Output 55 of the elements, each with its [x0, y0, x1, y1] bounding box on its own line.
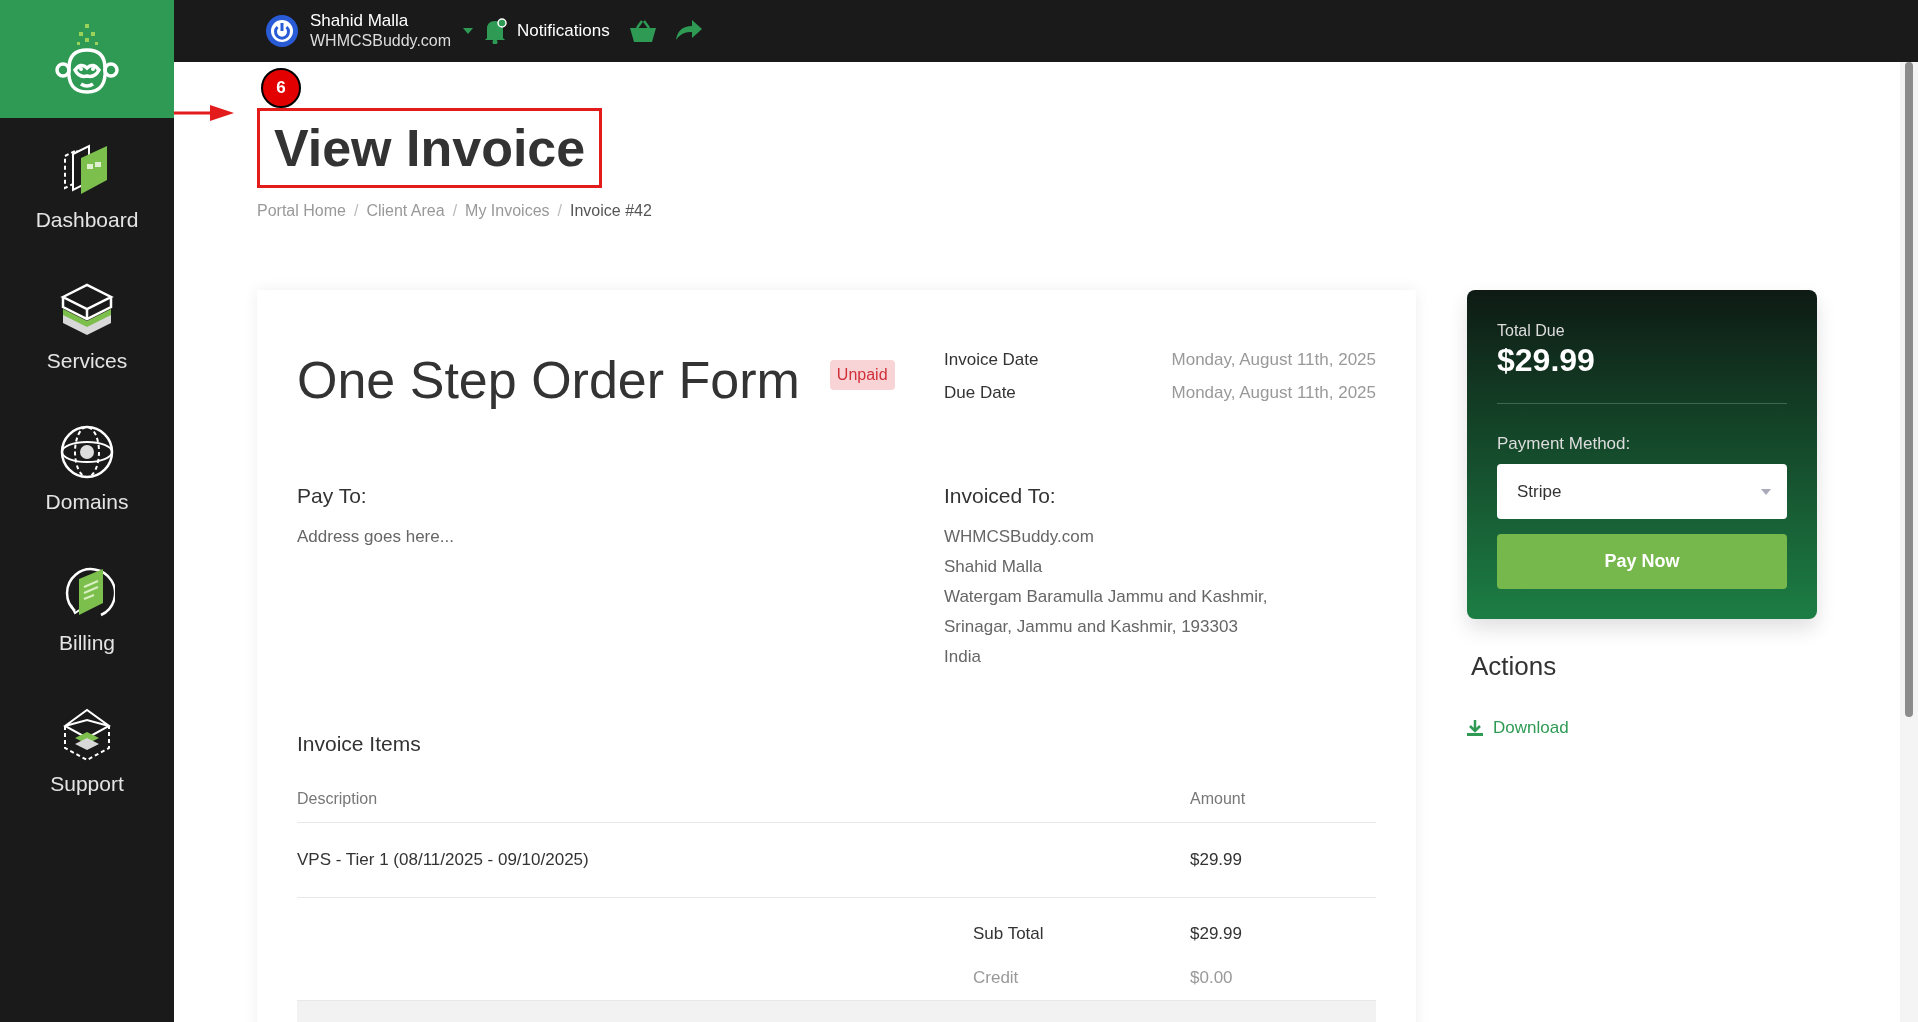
date-label: Due Date — [944, 383, 1016, 403]
globe-icon — [59, 424, 115, 480]
address-line: WHMCSBuddy.com — [944, 526, 1095, 548]
table-cell-text: $29.99 — [1190, 850, 1243, 870]
sidebar-nav-item[interactable]: Services — [46, 259, 128, 400]
basket-icon[interactable] — [629, 20, 656, 42]
user-name[interactable]: Shahid Malla — [310, 11, 452, 31]
step-number-badge: 6 — [261, 68, 301, 108]
table-cell-text: VPS - Tier 1 (08/11/2025 - 09/10/2025) — [297, 850, 590, 870]
address-line: Srinagar, Jammu and Kashmir, 193303 — [944, 616, 1239, 638]
download-link[interactable]: Download — [1467, 718, 1569, 738]
caret-icon — [1761, 488, 1771, 495]
actions-heading: Actions — [1471, 651, 1558, 682]
scrollbar-thumb[interactable] — [1905, 62, 1913, 717]
total-label: Sub Total — [973, 924, 1045, 944]
scrollbar[interactable] — [1900, 62, 1918, 1022]
company-name[interactable]: WHMCSBuddy.com — [310, 31, 452, 51]
caret-icon[interactable] — [463, 28, 474, 34]
sidebar-nav-item[interactable]: Domains — [45, 400, 129, 541]
page-title: View Invoice — [257, 108, 603, 188]
breadcrumb-separator: / — [353, 202, 359, 220]
sidebar-nav-item[interactable]: Support — [50, 682, 124, 823]
total-value: $0.00 — [1190, 968, 1234, 988]
sidebar-nav-item[interactable]: Dashboard — [35, 118, 139, 259]
total-value: $29.99 — [1190, 924, 1243, 944]
pay-to-heading: Pay To: — [297, 484, 368, 508]
notifications-link[interactable]: Notifications — [517, 21, 610, 41]
address-line: India — [944, 646, 982, 668]
address-line: Watergam Baramulla Jammu and Kashmir, — [944, 586, 1268, 608]
share-arrow-icon[interactable] — [675, 20, 702, 42]
monkey-logo-icon[interactable] — [55, 22, 119, 96]
total-label: Credit — [973, 968, 1020, 988]
download-icon — [1467, 720, 1483, 736]
power-icon[interactable] — [266, 15, 298, 47]
date-label: Invoice Date — [944, 350, 1039, 370]
address-line: Shahid Malla — [944, 556, 1044, 578]
address-line: Address goes here... — [297, 526, 455, 548]
total-due-label: Total Due — [1497, 322, 1566, 340]
payment-method-select[interactable]: Stripe — [1497, 464, 1787, 519]
total-due-amount: $29.99 — [1497, 342, 1596, 379]
column-header: Amount — [1190, 790, 1247, 808]
column-header: Description — [297, 790, 379, 808]
sidebar-nav-item[interactable]: Billing — [59, 541, 115, 682]
invoice-items-heading: Invoice Items — [297, 732, 422, 756]
bell-icon[interactable] — [483, 18, 508, 44]
date-value: Monday, August 11th, 2025 — [1171, 350, 1376, 370]
breadcrumb-separator: / — [557, 202, 562, 220]
date-value: Monday, August 11th, 2025 — [1171, 383, 1376, 403]
invoiced-to-heading: Invoiced To: — [944, 484, 1057, 508]
annotation-arrow — [174, 103, 234, 123]
invoice-title: One Step Order Form — [297, 350, 800, 411]
breadcrumb-separator: / — [452, 202, 458, 220]
status-badge: Unpaid — [829, 360, 895, 390]
payment-method-label: Payment Method: — [1497, 434, 1632, 454]
breadcrumb-current-page: Invoice #42 — [570, 202, 652, 220]
